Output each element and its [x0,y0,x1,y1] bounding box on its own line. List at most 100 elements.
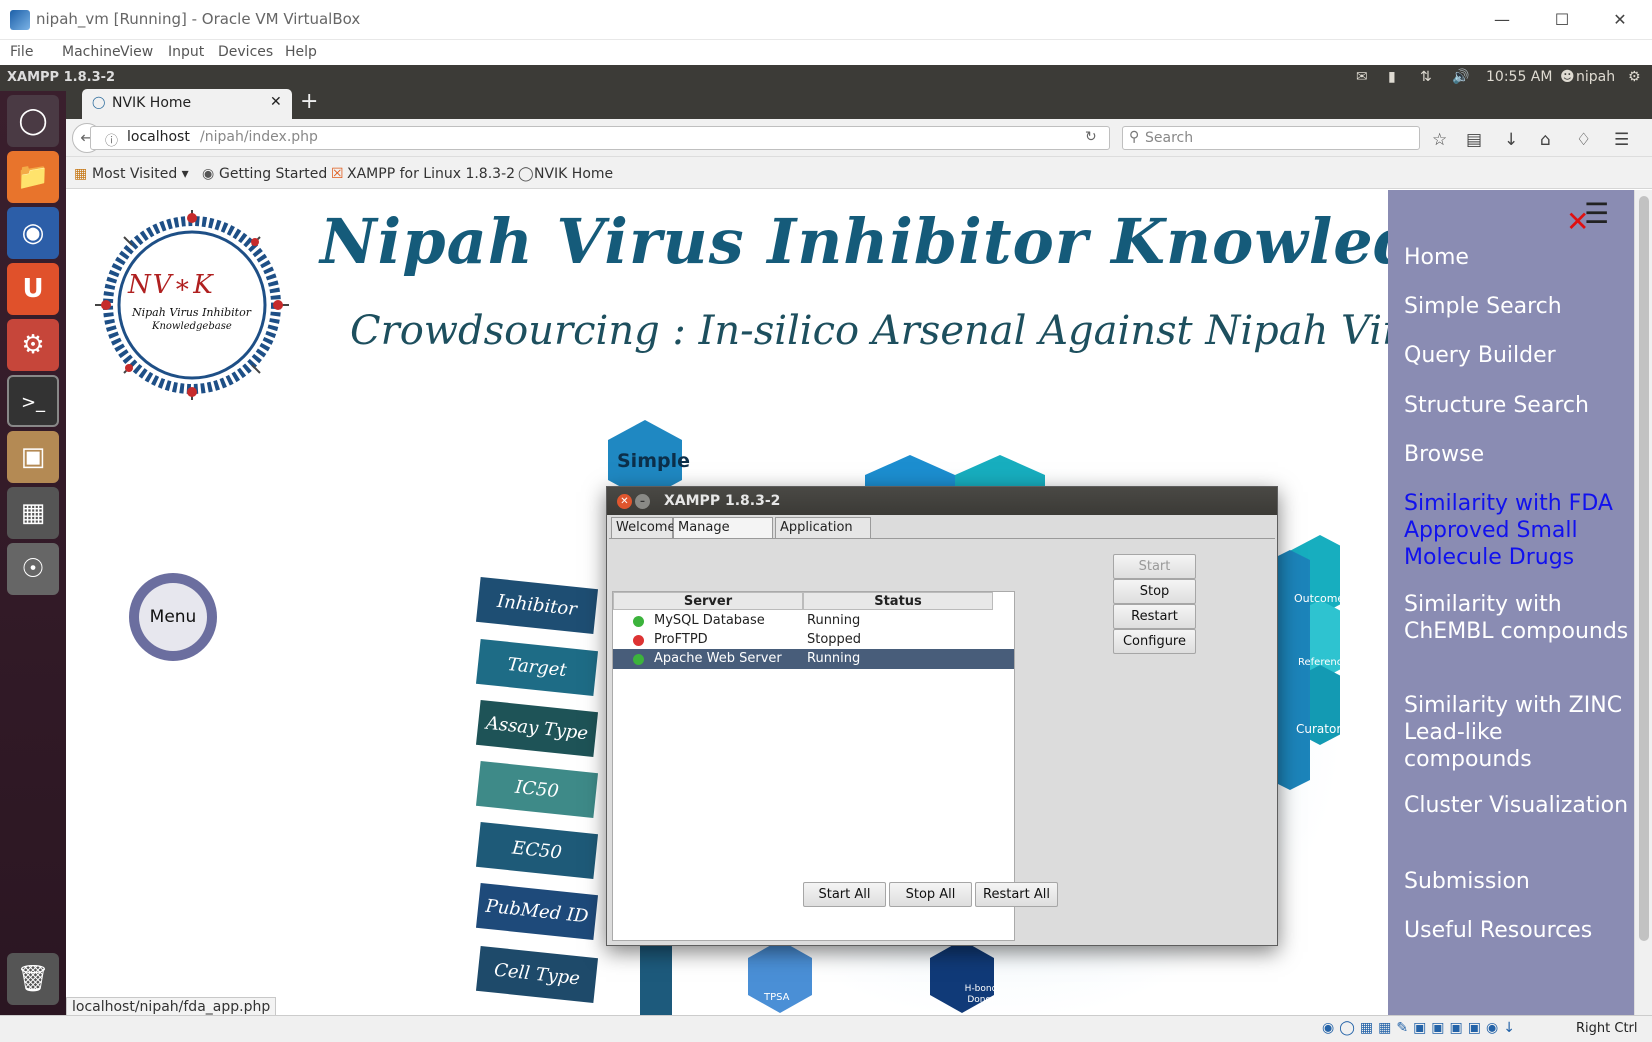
dvd-drive-icon[interactable]: ☉ [7,543,59,595]
link-status-url: localhost/nipah/fda_app.php [66,997,277,1017]
start-all-button[interactable]: Start All [803,882,886,907]
stop-all-button[interactable]: Stop All [889,882,972,907]
reading-list-icon[interactable]: ▤ [1466,130,1482,150]
tab-application-log[interactable]: Application log [775,517,871,555]
info-icon[interactable]: ⓘ [105,130,118,149]
user-icon[interactable]: ☻ [1560,69,1575,85]
ubuntu-launcher: ◯ 📁 ◉ U ⚙ >_ ▣ ▦ ☉ 🗑 [0,91,66,1015]
tab-manage-servers[interactable]: Manage Servers [673,517,773,555]
maximize-button[interactable]: ☐ [1542,8,1582,32]
battery-icon[interactable]: ▮ [1388,69,1396,85]
scrollbar-thumb[interactable] [1639,196,1649,941]
sidebar-item-submission[interactable]: Submission [1404,868,1629,895]
restart-all-button[interactable]: Restart All [975,882,1058,907]
user-name[interactable]: nipah [1576,69,1615,85]
column-server[interactable]: Server [613,592,803,610]
sidebar-item-fda-similarity[interactable]: Similarity with FDA Approved Small Molec… [1404,490,1629,571]
sidebar-item-query-builder[interactable]: Query Builder [1404,342,1629,369]
terminal-icon[interactable]: >_ [7,375,59,427]
trash-icon[interactable]: 🗑 [7,953,59,1005]
bookmark-nvik-home[interactable]: NVIK Home [534,166,613,182]
menu-machine[interactable]: Machine [62,44,121,60]
sidebar-item-zinc-similarity[interactable]: Similarity with ZINC Lead-like compounds [1404,692,1629,773]
bookmark-getting-started[interactable]: Getting Started [219,166,327,182]
logo-text: NV∗K [128,270,215,300]
xampp-icon: ☒ [331,166,344,182]
page-scrollbar[interactable] [1634,190,1652,1015]
vbox-device-icons[interactable]: ◉◯▦▦✎▣▣▣▣◉↓ [1322,1020,1520,1036]
menu-button-label: Menu [139,583,207,651]
network-icon[interactable]: ⇅ [1420,69,1432,85]
vbox-titlebar: nipah_vm [Running] - Oracle VM VirtualBo… [0,0,1652,40]
host-key-label: Right Ctrl [1576,1021,1638,1036]
running-status-icon [633,654,644,665]
sidebar-item-browse[interactable]: Browse [1404,441,1629,468]
menu-view[interactable]: View [120,44,153,60]
minimize-button[interactable]: — [1482,8,1522,32]
sidebar-item-cluster-visualization[interactable]: Cluster Visualization [1404,792,1629,819]
menu-devices[interactable]: Devices [218,44,273,60]
firefox-icon[interactable]: ◉ [7,207,59,259]
workspace-switcher-icon[interactable]: ▦ [7,487,59,539]
files-folder-icon[interactable]: 📁 [7,151,59,203]
ubuntu-top-panel: XAMPP 1.8.3-2 ✉ ▮ ⇅ 🔊 10:55 AM ☻ nipah ⚙ [0,65,1652,91]
menu-file[interactable]: File [10,44,33,60]
new-tab-icon[interactable]: + [300,89,318,114]
configure-button[interactable]: Configure [1113,629,1196,654]
search-field[interactable]: ⚲ Search [1122,126,1420,150]
bookmark-star-icon[interactable]: ☆ [1432,130,1447,150]
software-center-icon[interactable]: U [7,263,59,315]
volume-icon[interactable]: 🔊 [1452,69,1469,85]
menu-input[interactable]: Input [168,44,204,60]
reload-icon[interactable]: ↻ [1085,129,1097,145]
hex-label-tpsa[interactable]: TPSA [764,992,790,1003]
menu-help[interactable]: Help [285,44,317,60]
clock[interactable]: 10:55 AM [1486,69,1552,85]
pocket-icon[interactable]: ♢ [1576,130,1591,150]
sidebar-item-useful-resources[interactable]: Useful Resources [1404,917,1629,944]
url-host: localhost [127,129,190,145]
hamburger-icon[interactable]: ☰ [1584,200,1609,228]
archive-icon[interactable]: ▣ [7,431,59,483]
sidebar-item-simple-search[interactable]: Simple Search [1404,293,1629,320]
system-settings-icon[interactable]: ⚙ [7,319,59,371]
menu-circle-button[interactable]: Menu [129,573,217,661]
server-status: Stopped [807,632,862,647]
bookmark-most-visited[interactable]: Most Visited ▾ [92,166,189,182]
home-icon[interactable]: ⌂ [1540,130,1551,150]
sidebar-item-chembl-similarity[interactable]: Similarity with ChEMBL compounds [1404,591,1629,645]
tab-nvik-home[interactable]: ◯ NVIK Home ✕ [82,89,292,119]
hex-label-reference[interactable]: Reference [1298,657,1348,668]
server-status: Running [807,651,861,666]
server-row-proftpd[interactable]: ProFTPD Stopped [613,630,1014,650]
url-bar[interactable]: ⓘ localhost /nipah/index.php ↻ [90,126,1110,150]
server-name: ProFTPD [654,632,708,647]
dialog-close-icon[interactable]: ✕ [617,494,632,509]
settings-gear-icon[interactable]: ⚙ [1628,69,1641,85]
dialog-minimize-icon[interactable]: – [635,494,650,509]
hex-label-simple[interactable]: Simple [617,450,690,472]
tab-welcome[interactable]: Welcome [611,517,675,539]
server-row-mysql[interactable]: MySQL Database Running [613,611,1014,631]
vbox-menubar: File Machine View Input Devices Help [0,40,1652,65]
hex-label-curator[interactable]: Curator [1296,722,1341,736]
hamburger-menu-icon[interactable]: ☰ [1614,130,1629,150]
bookmark-xampp[interactable]: XAMPP for Linux 1.8.3-2 [347,166,515,182]
tab-close-icon[interactable]: ✕ [270,94,282,110]
download-icon[interactable]: ↓ [1504,130,1518,150]
ubuntu-dash-icon[interactable]: ◯ [7,95,59,147]
server-row-apache[interactable]: Apache Web Server Running [613,649,1014,669]
mail-icon[interactable]: ✉ [1356,69,1368,85]
column-status[interactable]: Status [803,592,993,610]
sidebar-item-structure-search[interactable]: Structure Search [1404,392,1629,419]
close-button[interactable]: ✕ [1600,8,1640,32]
start-button[interactable]: Start [1113,554,1196,579]
site-subtitle: Crowdsourcing : In-silico Arsenal Agains… [350,308,1448,354]
running-status-icon [633,616,644,627]
stop-button[interactable]: Stop [1113,579,1196,604]
logo-subtitle-line1: Nipah Virus Inhibitor [132,306,251,319]
restart-button[interactable]: Restart [1113,604,1196,629]
hex-label-outcome[interactable]: Outcome [1294,592,1344,605]
sidebar-item-home[interactable]: Home [1404,244,1629,271]
hex-label-hbond-donor[interactable]: H-bond Donor [950,984,1012,1006]
